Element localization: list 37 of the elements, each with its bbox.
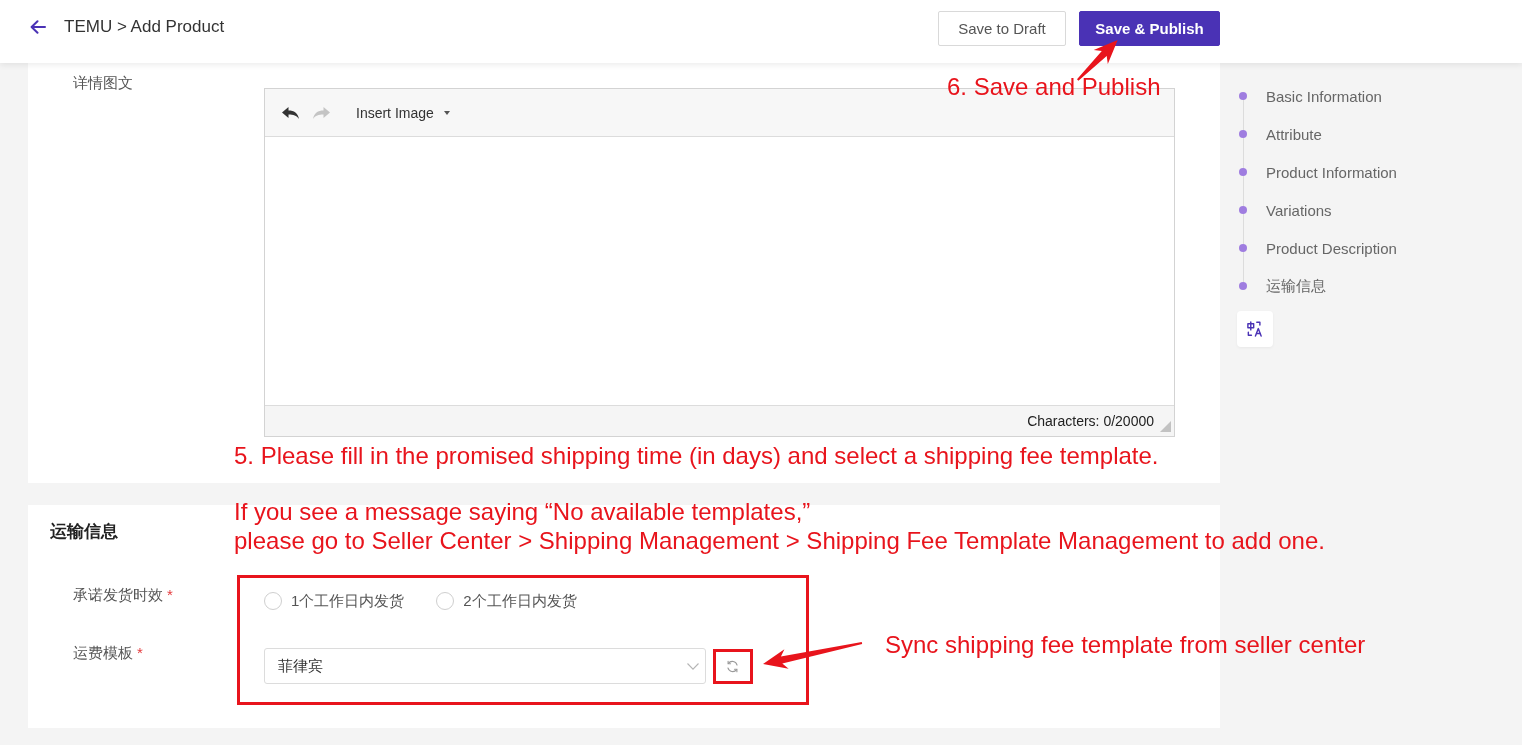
save-to-draft-button[interactable]: Save to Draft — [938, 11, 1066, 46]
annotation-text: Sync shipping fee template from seller center — [885, 630, 1366, 659]
radio-option[interactable]: 2个工作日内发货 — [436, 591, 577, 611]
nav-dot-icon — [1239, 244, 1247, 252]
field-label: 运费模板 — [73, 643, 133, 663]
field-label: 详情图文 — [73, 73, 133, 93]
shipping-template-select[interactable]: 菲律宾 — [264, 648, 706, 684]
required-mark: * — [167, 585, 173, 605]
resize-grip-icon[interactable] — [1160, 421, 1171, 432]
chevron-down-icon — [687, 662, 699, 670]
section-nav-link[interactable]: Attribute — [1237, 115, 1397, 153]
insert-image-dropdown[interactable]: Insert Image — [356, 104, 450, 121]
nav-dot-icon — [1239, 168, 1247, 176]
nav-dot-icon — [1239, 206, 1247, 214]
refresh-icon[interactable] — [726, 659, 739, 673]
radio-option[interactable]: 1个工作日内发货 — [264, 591, 405, 611]
section-nav-link[interactable]: Basic Information — [1237, 77, 1397, 115]
back-arrow-icon[interactable] — [30, 20, 46, 34]
section-title: 运输信息 — [50, 521, 118, 543]
section-nav-link[interactable]: 运输信息 — [1237, 267, 1397, 305]
save-publish-button[interactable]: Save & Publish — [1079, 11, 1220, 46]
character-counter: Characters: 0/20000 — [1027, 413, 1154, 429]
caret-icon — [443, 110, 450, 115]
undo-icon[interactable] — [282, 106, 299, 119]
page-title: TEMU > Add Product — [64, 17, 225, 37]
required-mark: * — [137, 643, 143, 663]
field-label: 承诺发货时效 — [73, 585, 163, 605]
nav-dot-icon — [1239, 92, 1247, 100]
section-nav-link[interactable]: Product Information — [1237, 153, 1397, 191]
section-nav-link[interactable]: Product Description — [1237, 229, 1397, 267]
annotation-text: If you see a message saying “No available templates,” please go to Seller Center > Shipping Management > Shipping Fee Template Management to add one. — [234, 497, 1325, 555]
translate-button[interactable] — [1237, 311, 1273, 347]
translate-icon — [1247, 321, 1263, 337]
section-nav-link[interactable]: Variations — [1237, 191, 1397, 229]
nav-dot-icon — [1239, 130, 1247, 138]
nav-dot-icon — [1239, 282, 1247, 290]
annotation-text: 5. Please fill in the promised shipping time (in days) and select a shipping fee template. — [234, 441, 1159, 470]
